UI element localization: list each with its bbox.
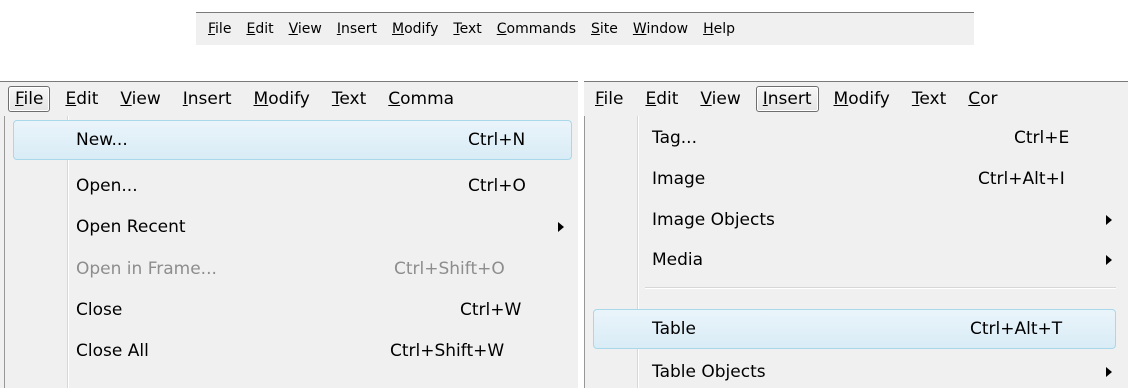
menu-edit[interactable]: Edit [240,21,282,37]
insert-menu-panel: File Edit View Insert Modify Text Cor Ta… [584,81,1128,388]
menu-site[interactable]: Site [585,21,627,37]
menu-item-table[interactable]: Table Ctrl+Alt+T [593,309,1116,349]
menu-file[interactable]: File [588,86,630,112]
menu-modify[interactable]: Modify [247,86,317,112]
menu-separator [645,287,1116,288]
menu-help[interactable]: Help [697,21,744,37]
menu-window[interactable]: Window [627,21,697,37]
menu-insert[interactable]: Insert [176,86,239,112]
menu-text[interactable]: Text [447,21,490,37]
submenu-arrow-icon [1106,215,1112,225]
menu-item-open-recent[interactable]: Open Recent [13,207,572,247]
file-panel-menubar: File Edit View Insert Modify Text Comma [0,82,578,116]
menu-view[interactable]: View [283,21,331,37]
menu-commands[interactable]: Comma [381,86,461,112]
menu-item-tag[interactable]: Tag... Ctrl+E [593,118,1116,158]
menu-edit[interactable]: Edit [638,86,685,112]
submenu-arrow-icon [1106,367,1112,377]
menu-file[interactable]: File [202,21,240,37]
top-menubar: File Edit View Insert Modify Text Comman… [196,12,974,45]
menu-text[interactable]: Text [325,86,373,112]
menu-insert[interactable]: Insert [331,21,386,37]
menu-modify[interactable]: Modify [827,86,897,112]
file-dropdown: New... Ctrl+N Open... Ctrl+O Open Recent… [4,116,578,388]
menu-item-close-all[interactable]: Close All Ctrl+Shift+W [13,331,572,371]
menu-view[interactable]: View [113,86,167,112]
menu-insert[interactable]: Insert [755,86,819,112]
menu-item-media[interactable]: Media [593,240,1116,280]
insert-dropdown: Tag... Ctrl+E Image Ctrl+Alt+I Image Obj… [584,116,1128,388]
menu-item-close[interactable]: Close Ctrl+W [13,290,572,330]
menu-item-open-in-frame[interactable]: Open in Frame... Ctrl+Shift+O [13,249,572,289]
menu-view[interactable]: View [693,86,747,112]
menu-commands[interactable]: Cor [961,86,1004,112]
menu-item-image[interactable]: Image Ctrl+Alt+I [593,159,1116,199]
menu-file[interactable]: File [8,86,51,112]
menu-text[interactable]: Text [905,86,953,112]
menu-item-open[interactable]: Open... Ctrl+O [13,166,572,206]
menu-item-table-objects[interactable]: Table Objects [593,352,1116,388]
file-menu-panel: File Edit View Insert Modify Text Comma … [0,81,578,388]
insert-panel-menubar: File Edit View Insert Modify Text Cor [584,82,1128,116]
menu-modify[interactable]: Modify [386,21,447,37]
submenu-arrow-icon [558,222,564,232]
menu-commands[interactable]: Commands [491,21,585,37]
submenu-arrow-icon [1106,255,1112,265]
menu-item-new[interactable]: New... Ctrl+N [13,120,572,160]
menu-item-image-objects[interactable]: Image Objects [593,200,1116,240]
menu-edit[interactable]: Edit [58,86,105,112]
